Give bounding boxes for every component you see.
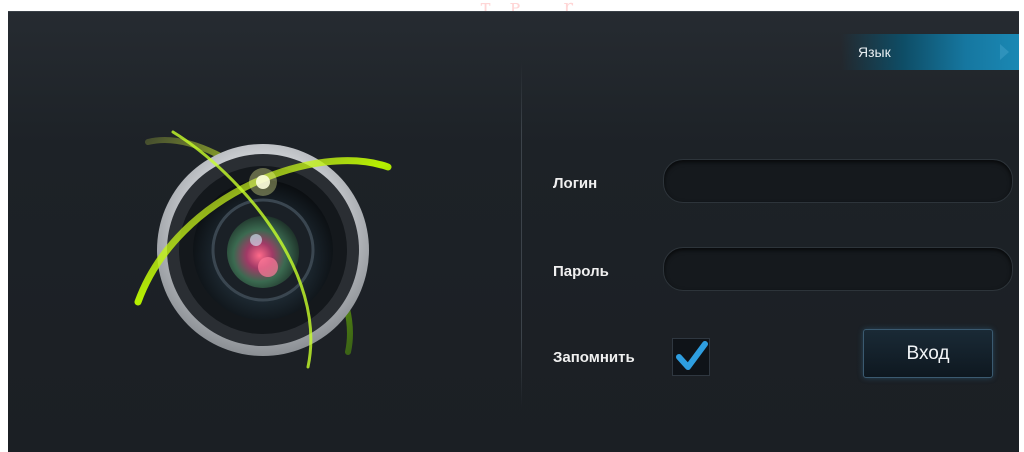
language-selector[interactable]: Язык	[841, 34, 1019, 70]
camera-lens-logo	[134, 130, 392, 369]
login-panel: Язык Логин Пароль Запомнить Вход	[8, 11, 1019, 452]
remember-label: Запомнить	[553, 349, 635, 366]
checkmark-icon	[676, 341, 708, 370]
login-button[interactable]: Вход	[863, 329, 993, 378]
language-label: Язык	[858, 44, 891, 60]
password-input[interactable]	[663, 247, 1013, 291]
vertical-divider	[521, 62, 522, 407]
remember-checkbox[interactable]	[672, 338, 710, 376]
login-input[interactable]	[663, 159, 1013, 203]
password-label: Пароль	[553, 263, 609, 280]
login-label: Логин	[553, 175, 598, 192]
chevron-right-icon	[1000, 44, 1009, 60]
